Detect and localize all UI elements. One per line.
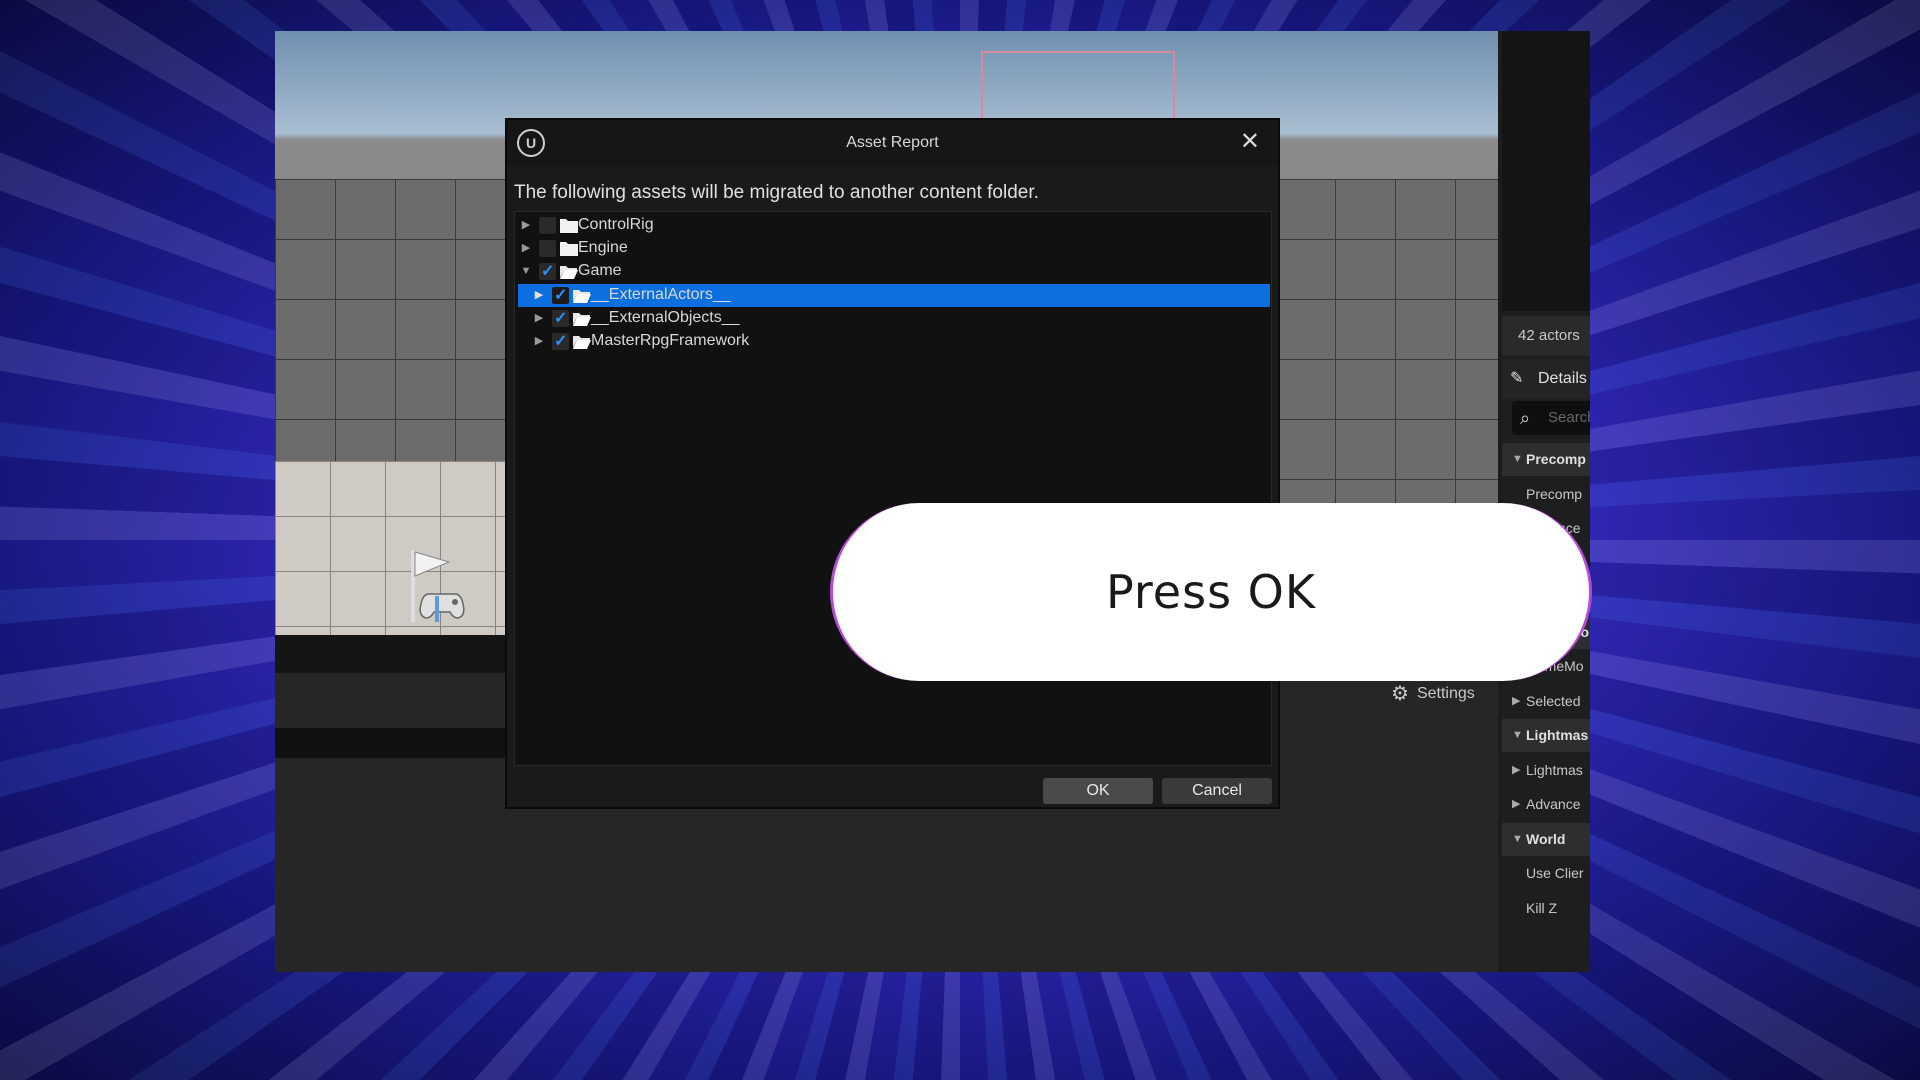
chevron-right-icon[interactable]: ▶ [532,330,546,353]
tree-checkbox[interactable] [552,331,569,351]
details-row-label: Use Clier [1526,865,1584,881]
tree-row[interactable]: ▶ __ExternalObjects__ [515,307,1271,330]
search-icon: ⌕ [1520,408,1531,428]
details-row-label: Selected [1526,692,1581,709]
tree-checkbox[interactable] [539,217,556,234]
folder-open-icon [573,336,591,349]
chevron-right-icon[interactable]: ▶ [532,307,546,330]
tree-row-label: ControlRig [578,216,654,233]
left-wall [275,179,505,469]
details-row-label: Kill Z [1526,899,1558,916]
settings-button[interactable]: ⚙ Settings [1391,681,1475,706]
tree-row-label: Engine [578,239,628,257]
folder-open-icon [573,289,591,303]
callout-text: Press OK [1105,565,1317,619]
close-icon[interactable]: ✕ [1240,130,1260,154]
details-panel: 42 actors ✎ Details ⌕ Search ▼PrecompPre… [1502,31,1590,972]
tree-row-label: __ExternalObjects__ [591,308,740,326]
tree-row[interactable]: ▶ Engine [515,237,1271,260]
chevron-right-icon[interactable]: ▶ [532,284,546,307]
details-row-label: Lightmas [1526,727,1589,743]
details-category[interactable]: ▼ World [1502,822,1590,856]
toolbar-strip [275,635,505,673]
folder-icon [560,219,578,233]
settings-label: Settings [1416,684,1475,702]
chevron-right-icon[interactable]: ▶ [519,214,533,237]
pencil-icon: ✎ [1510,370,1524,387]
tree-checkbox[interactable] [539,261,556,281]
chevron-right-icon[interactable]: ▶ [1512,754,1520,787]
chevron-right-icon[interactable]: ▶ [1512,685,1520,718]
chevron-down-icon[interactable]: ▼ [1512,719,1523,752]
details-row-label: World [1526,830,1566,847]
folder-open-icon [560,266,578,280]
tree-row[interactable]: ▼ Game [515,260,1271,283]
chevron-right-icon[interactable]: ▶ [519,237,533,260]
chevron-down-icon[interactable]: ▼ [1512,443,1523,476]
details-property[interactable]: ▶ Selected [1502,685,1590,718]
player-start-icon[interactable] [405,548,485,628]
details-property[interactable]: ▶ Advance [1502,788,1590,821]
actors-count: 42 actors [1502,316,1590,356]
details-tab-label: Details [1538,370,1587,387]
folder-open-icon [573,312,591,326]
details-row-label: Precomp [1526,451,1586,467]
tree-row[interactable]: ▶ ControlRig [515,214,1271,237]
tree-checkbox[interactable] [552,308,569,328]
tree-row-label: __ExternalActors__ [591,285,731,303]
tree-row-label: MasterRpgFramework [591,332,750,349]
search-placeholder: Search [1548,409,1590,426]
chevron-right-icon[interactable]: ▶ [1512,788,1520,821]
details-property[interactable]: ▶ Lightmas [1502,754,1590,787]
outliner-area [1502,31,1590,311]
dialog-title: Asset Report [846,134,939,151]
dialog-titlebar: U Asset Report ✕ [507,120,1278,166]
chevron-down-icon[interactable]: ▼ [519,260,533,283]
details-row-label: Precomp [1526,485,1583,502]
details-property[interactable]: Use Clier [1502,857,1590,890]
asset-tree[interactable]: ▶ ControlRig ▶ Engine ▼ Game ▶ __ExternalActors… [514,211,1272,766]
dialog-message: The following assets will be migrated to… [514,182,1039,203]
details-search-input[interactable]: ⌕ Search [1512,401,1590,435]
tree-checkbox[interactable] [552,285,569,305]
folder-icon [560,242,578,257]
tree-row[interactable]: ▶ MasterRpgFramework [515,330,1271,353]
details-category[interactable]: ▼ Precomp [1502,443,1590,476]
tree-row-label: Game [578,262,622,280]
details-tab[interactable]: ✎ Details [1502,359,1590,399]
details-row-label: Lightmas [1526,761,1583,778]
gear-icon: ⚙ [1391,683,1409,705]
tree-row[interactable]: ▶ __ExternalActors__ [518,283,1270,307]
details-row-label: Advance [1526,796,1581,812]
tree-checkbox[interactable] [539,240,556,258]
chevron-down-icon[interactable]: ▼ [1512,823,1523,856]
asset-report-dialog: U Asset Report ✕ The following assets wi… [505,118,1280,809]
details-property[interactable]: Kill Z [1502,892,1590,925]
cancel-button[interactable]: Cancel [1162,778,1272,804]
ok-button[interactable]: OK [1043,778,1153,804]
status-strip [275,728,505,758]
details-category[interactable]: ▼ Lightmas [1502,719,1590,752]
instruction-callout: Press OK [830,503,1592,681]
